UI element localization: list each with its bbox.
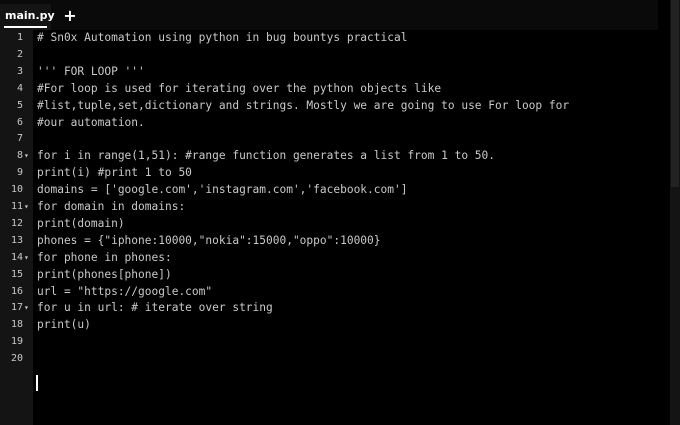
- code-line[interactable]: 13 phones = {"iphone:10000,"nokia":15000,…: [0, 233, 670, 250]
- code-text: print(u): [37, 318, 91, 332]
- code-text: for phone in phones:: [37, 250, 172, 264]
- code-line[interactable]: 4 #For loop is used for iterating over th…: [0, 81, 670, 98]
- line-number: 2: [16, 48, 23, 60]
- vertical-scrollbar[interactable]: [670, 0, 680, 425]
- code-text: phones = {"iphone:10000,"nokia":15000,"o…: [37, 233, 381, 247]
- code-text: for u in url: # iterate over string: [37, 301, 273, 315]
- editor-area[interactable]: 1 # Sn0x Automation using python in bug b…: [0, 30, 670, 425]
- code-line[interactable]: 5 #list,tuple,set,dictionary and strings.…: [0, 98, 670, 115]
- line-number: 9: [16, 167, 23, 179]
- code-text: ''' FOR LOOP ''': [37, 64, 145, 78]
- fold-arrow-icon[interactable]: ▾: [24, 148, 29, 165]
- line-number: 12: [10, 217, 23, 229]
- line-number: 1: [16, 32, 23, 43]
- code-line[interactable]: 19: [0, 334, 670, 351]
- line-number: 13: [10, 234, 23, 246]
- line-number: 17: [10, 302, 23, 314]
- tab-main-py[interactable]: main.py: [0, 4, 55, 30]
- code-text: domains = ['google.com','instagram.com',…: [37, 183, 408, 197]
- line-number: 10: [10, 184, 23, 196]
- tab-label: main.py: [5, 9, 55, 22]
- tab-bar: main.py +: [0, 0, 658, 30]
- line-number: 20: [10, 353, 23, 365]
- code-line[interactable]: 17 ▾ for u in url: # iterate over string: [0, 300, 670, 317]
- code-line[interactable]: 16 url = "https://google.com": [0, 284, 670, 301]
- code-line[interactable]: 7: [0, 131, 670, 148]
- code-text: url = "https://google.com": [37, 284, 213, 298]
- code-line[interactable]: 12 print(domain): [0, 216, 670, 233]
- code-line[interactable]: 14 ▾ for phone in phones:: [0, 250, 670, 267]
- code-line[interactable]: 1 # Sn0x Automation using python in bug b…: [0, 30, 670, 47]
- code-line[interactable]: 10 domains = ['google.com','instagram.com…: [0, 182, 670, 199]
- line-number: 4: [16, 82, 23, 94]
- code-text: print(domain): [37, 216, 125, 230]
- active-tab-indicator: [4, 26, 47, 28]
- code-text: #For loop is used for iterating over the…: [37, 81, 442, 95]
- code-line[interactable]: 3 ''' FOR LOOP ''': [0, 64, 670, 81]
- line-number: 11: [10, 201, 23, 212]
- code-text: print(i) #print 1 to 50: [37, 166, 192, 180]
- line-number: 19: [10, 336, 23, 348]
- line-number: 18: [10, 319, 23, 331]
- line-number: 5: [16, 99, 23, 111]
- fold-arrow-icon[interactable]: ▾: [24, 199, 29, 216]
- scrollbar-thumb[interactable]: [671, 0, 679, 187]
- fold-arrow-icon[interactable]: ▾: [24, 300, 29, 317]
- code-text: print(phones[phone]): [37, 267, 172, 281]
- code-line[interactable]: 15 print(phones[phone]): [0, 267, 670, 284]
- line-number: 6: [16, 116, 23, 128]
- code-line[interactable]: 9 print(i) #print 1 to 50: [0, 165, 670, 182]
- code-text: #our automation.: [37, 115, 145, 129]
- code-line[interactable]: 2: [0, 47, 670, 64]
- code-line[interactable]: 6 #our automation.: [0, 115, 670, 132]
- line-number: 16: [10, 285, 23, 297]
- code-text: for i in range(1,51): #range function ge…: [37, 149, 496, 163]
- line-number: 3: [16, 65, 23, 77]
- line-number: 8: [16, 150, 23, 162]
- code-editor-app: main.py + 1 # Sn0x Automation using pytho…: [0, 0, 680, 425]
- code-text: # Sn0x Automation using python in bug bo…: [37, 31, 408, 44]
- line-number: 15: [10, 268, 23, 280]
- line-number: 14: [10, 251, 23, 263]
- code-line[interactable]: 8 ▾ for i in range(1,51): #range function …: [0, 148, 670, 165]
- text-cursor: [36, 375, 38, 391]
- code-line[interactable]: 18 print(u): [0, 317, 670, 334]
- code-text: #list,tuple,set,dictionary and strings. …: [37, 98, 570, 112]
- code-line[interactable]: 20: [0, 351, 670, 368]
- code-text: for domain in domains:: [37, 200, 186, 213]
- fold-arrow-icon[interactable]: ▾: [24, 250, 29, 267]
- code-line[interactable]: 11 ▾ for domain in domains:: [0, 199, 670, 216]
- line-number: 7: [16, 133, 23, 145]
- add-tab-icon[interactable]: +: [63, 7, 77, 25]
